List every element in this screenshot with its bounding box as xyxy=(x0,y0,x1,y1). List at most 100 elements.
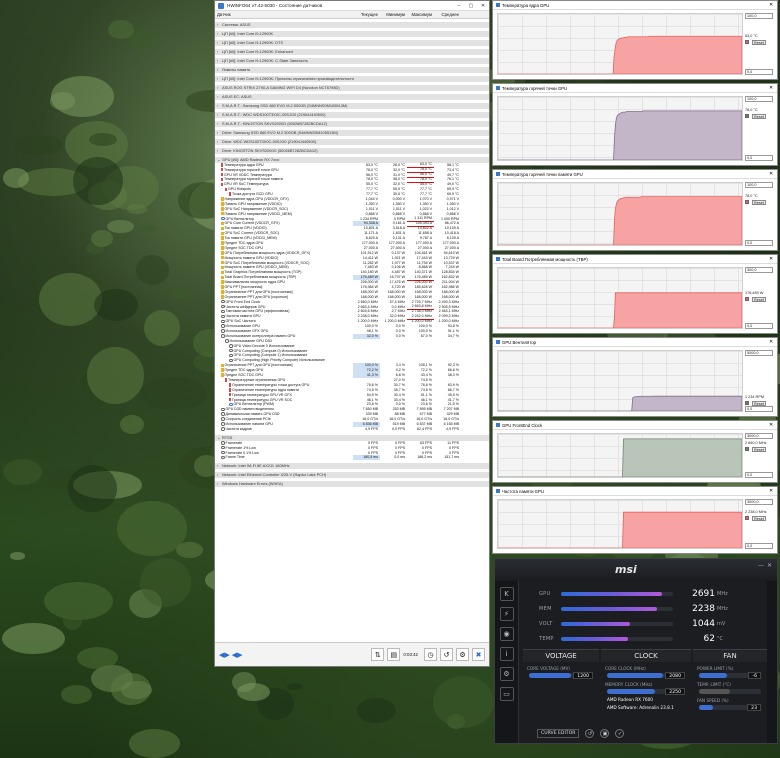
column-max[interactable]: Максимум xyxy=(407,12,434,17)
graph-titlebar[interactable]: GPU Вентилятор ✕ xyxy=(493,338,777,347)
close-sensors-icon[interactable]: ✖ xyxy=(472,648,485,661)
graph-reset-button[interactable]: Reset xyxy=(752,114,766,120)
column-current[interactable]: Текущее xyxy=(353,12,380,17)
sensor-group[interactable]: › S.M.A.R.T.: KINGSTON SKVS2000G (50026B7… xyxy=(215,120,489,127)
sensor-group[interactable]: › Drive: Samsung SSD 860 EVO M.2 500GB (S… xyxy=(215,129,489,136)
memory-clock-slider[interactable]: 2250 xyxy=(607,688,685,695)
graph-reset-button[interactable]: Reset xyxy=(752,515,766,521)
graph-titlebar[interactable]: Частота памяти GPU ✕ xyxy=(493,487,777,496)
close-icon[interactable]: ✕ xyxy=(769,85,777,91)
minimize-icon[interactable]: — xyxy=(758,562,764,569)
graph-color-swatch[interactable] xyxy=(745,114,749,119)
close-icon[interactable]: ✕ xyxy=(767,562,772,569)
network-icon[interactable]: ⇅ xyxy=(371,648,385,661)
power-limit-value[interactable]: -6 xyxy=(748,672,761,679)
settings-icon[interactable]: ⚙ xyxy=(456,648,469,661)
graph-color-swatch[interactable] xyxy=(745,400,749,405)
graph-min-input[interactable]: 0,0 xyxy=(745,543,773,549)
graph-color-swatch[interactable] xyxy=(745,447,749,451)
oc-icon[interactable]: ◉ xyxy=(499,627,514,641)
graph-reset-button[interactable]: Reset xyxy=(752,447,766,452)
sensor-group[interactable]: › Drive: KINGSTON SKVS2000G (50026B7282BC… xyxy=(215,147,489,154)
hwinfo-titlebar[interactable]: HWiNFO64 v7.42-5030 - Состояние датчиков… xyxy=(215,1,489,11)
close-icon[interactable]: ✕ xyxy=(769,488,777,494)
graph-max-input[interactable]: 300,0 xyxy=(745,267,773,273)
graph-color-swatch[interactable] xyxy=(745,200,749,205)
graph-max-input[interactable]: 5000,0 xyxy=(745,350,773,356)
close-icon[interactable]: ✕ xyxy=(769,339,777,345)
graph-max-input[interactable]: 100,0 xyxy=(745,182,773,188)
sensor-group[interactable]: › ЦП [#0]: Intel Core i9-12900K: DTS xyxy=(215,39,489,46)
graph-max-input[interactable]: 3000,0 xyxy=(745,499,773,505)
core-voltage-value[interactable]: 1200 xyxy=(573,672,593,679)
graph-min-input[interactable]: 0,0 xyxy=(745,406,773,412)
sensor-list[interactable]: › Система: ASUS › ЦП [#0]: Intel Core i9-12… xyxy=(215,19,489,647)
close-icon[interactable]: ✕ xyxy=(769,422,777,428)
graph-min-input[interactable]: 0,0 xyxy=(745,240,773,246)
graph-max-input[interactable]: 3000,0 xyxy=(745,433,773,439)
graph-min-input[interactable]: 0,0 xyxy=(745,69,773,75)
graph-reset-button[interactable]: Reset xyxy=(752,296,766,302)
info-icon[interactable]: i xyxy=(499,647,514,661)
close-icon[interactable]: ✕ xyxy=(769,2,777,8)
graph-max-input[interactable]: 100,0 xyxy=(745,13,773,19)
column-avg[interactable]: Среднее xyxy=(434,12,461,17)
graph-reset-button[interactable]: Reset xyxy=(752,39,766,45)
graph-titlebar[interactable]: Температура горячей точки GPU ✕ xyxy=(493,84,777,93)
fan-speed-value[interactable]: 23 xyxy=(747,704,761,711)
graph-min-input[interactable]: 0,0 xyxy=(745,155,773,161)
close-icon[interactable]: ✕ xyxy=(477,3,489,9)
sensor-group[interactable]: › ЦП [#0]: Intel Core i9-12900K: Причины … xyxy=(215,75,489,82)
scanner-icon[interactable]: ⚡ xyxy=(499,607,514,621)
sensor-group[interactable]: › Система: ASUS xyxy=(215,21,489,28)
sensor-group[interactable]: › Windows Hardware Errors (WHEA) xyxy=(215,481,489,488)
graph-min-input[interactable]: 0,0 xyxy=(745,472,773,478)
sensor-row[interactable]: Frame Time 180,5 ms 0,0 ms 186,2 ms 151,7 ms xyxy=(215,455,489,461)
sensor-group[interactable]: › ЦП [#0]: Intel Core i9-12900K: C-State … xyxy=(215,57,489,64)
maximize-icon[interactable]: ▢ xyxy=(465,3,477,9)
graph-titlebar[interactable]: Температура горячей точки памяти GPU ✕ xyxy=(493,170,777,179)
core-voltage-slider[interactable]: 1200 xyxy=(529,672,593,679)
graph-color-swatch[interactable] xyxy=(745,515,749,520)
graph-reset-button[interactable]: Reset xyxy=(752,200,766,206)
monitor-icon[interactable]: ▭ xyxy=(499,687,514,701)
nav-left-icon[interactable]: ◀▶ xyxy=(219,651,230,659)
graph-max-input[interactable]: 100,0 xyxy=(745,96,773,102)
apply-icon[interactable]: ✓ xyxy=(615,728,625,738)
graph-color-swatch[interactable] xyxy=(745,39,749,44)
sensor-group[interactable]: › ЦП [#0]: Intel Core i9-12900K: Enhanced xyxy=(215,48,489,55)
graph-titlebar[interactable]: Total Board Потребляемая мощность (TBP) ✕ xyxy=(493,255,777,264)
column-min[interactable]: Минимум xyxy=(380,12,407,17)
graph-titlebar[interactable]: GPU FrontEnd Clock ✕ xyxy=(493,421,777,430)
sensor-group[interactable]: › S.M.A.R.T.: WDC WDS100T3X0C-00SJG0 (219… xyxy=(215,111,489,118)
settings-icon[interactable]: ⚙ xyxy=(499,667,514,681)
close-icon[interactable]: ✕ xyxy=(769,171,777,177)
power-limit-slider[interactable]: -6 xyxy=(699,672,761,679)
sensor-group[interactable]: › S.M.A.R.T.: Samsung SSD 860 EVO M.2 500… xyxy=(215,102,489,109)
nav-right-icon[interactable]: ◀▶ xyxy=(232,651,243,659)
afterburner-header[interactable]: msi — ✕ xyxy=(495,559,777,581)
minimize-icon[interactable]: – xyxy=(453,3,465,9)
column-sensor[interactable]: Датчик xyxy=(215,12,353,17)
clock-icon[interactable]: ◷ xyxy=(424,648,437,661)
core-clock-value[interactable]: 2080 xyxy=(665,672,685,679)
core-clock-slider[interactable]: 2080 xyxy=(607,672,685,679)
report-icon[interactable]: ▤ xyxy=(387,648,401,661)
reset-icon[interactable]: ↺ xyxy=(440,648,453,661)
temp-limit-slider[interactable] xyxy=(699,689,761,694)
reset-icon[interactable]: ↺ xyxy=(585,728,595,738)
sensor-group[interactable]: › ASUS ROG STRIX Z790-A GAMING WIFI D4 (N… xyxy=(215,84,489,91)
sensor-group[interactable]: › Network: Intel Ethernet Controller I225… xyxy=(215,472,489,479)
curve-editor-button[interactable]: CURVE EDITOR xyxy=(537,728,580,738)
graph-reset-button[interactable]: Reset xyxy=(752,400,766,406)
fan-speed-slider[interactable]: 23 xyxy=(699,704,761,711)
memory-clock-value[interactable]: 2250 xyxy=(665,688,685,695)
sensor-group[interactable]: › Лимиты памяти xyxy=(215,66,489,73)
sensor-group[interactable]: › ASUS EC: ASUS xyxy=(215,93,489,100)
sensor-row[interactable]: Частота кадров 4,9 FPS 0,0 FPS 62,4 FPS 4,9 … xyxy=(215,427,489,432)
graph-titlebar[interactable]: Температура ядра GPU ✕ xyxy=(493,1,777,10)
kboost-icon[interactable]: K xyxy=(499,587,514,601)
save-icon[interactable]: ▣ xyxy=(600,728,610,738)
sensor-group[interactable]: › Drive: WDC WDS100T3X0C-00SJG0 (21904J44… xyxy=(215,138,489,145)
graph-min-input[interactable]: 0,0 xyxy=(745,323,773,329)
